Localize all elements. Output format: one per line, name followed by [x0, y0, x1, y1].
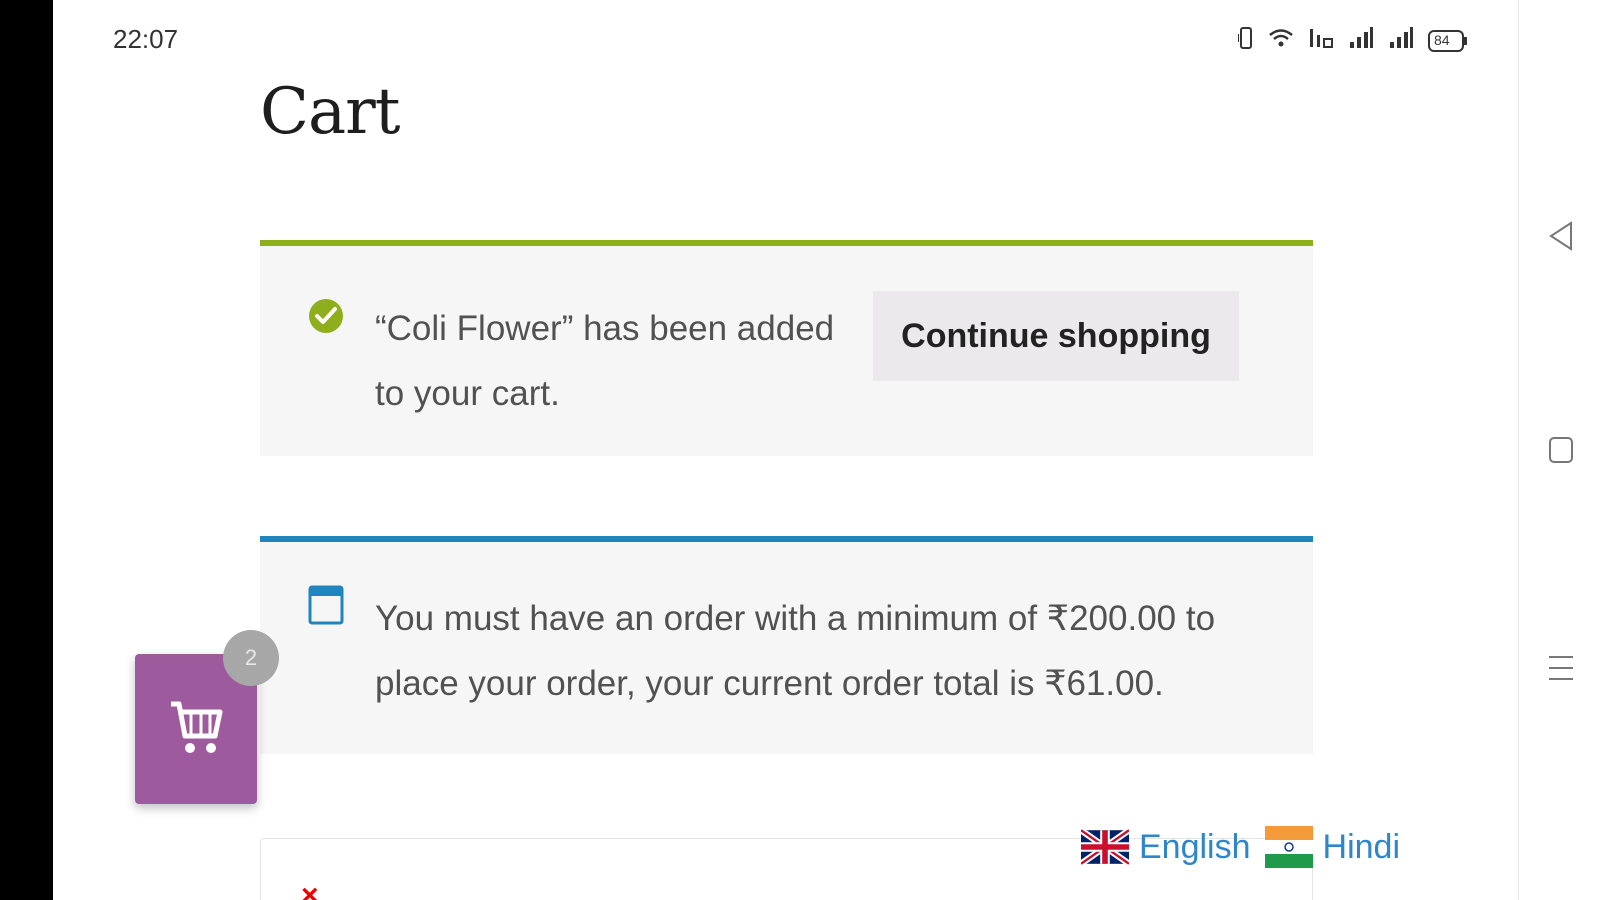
battery-level: 84 [1434, 31, 1450, 48]
remove-item-button[interactable]: × [301, 879, 319, 900]
language-hindi-label: Hindi [1322, 827, 1400, 866]
india-flag-icon [1264, 826, 1313, 868]
language-switcher: English Hindi [1079, 826, 1400, 868]
status-time: 22:07 [113, 24, 179, 54]
battery-icon: 84 [1428, 29, 1468, 53]
vibrate-icon [1237, 26, 1254, 55]
info-message: You must have an order with a minimum of… [375, 599, 1216, 703]
language-english-label: English [1139, 827, 1251, 866]
success-notice: “Coli Flower” has been added to your car… [260, 240, 1313, 456]
language-english-link[interactable]: English [1079, 826, 1251, 868]
status-icons: 84 [1237, 26, 1468, 55]
success-message: “Coli Flower” has been added to your car… [375, 309, 835, 413]
uk-flag-icon [1079, 826, 1131, 868]
wifi-icon [1268, 26, 1294, 55]
page-title: Cart [260, 75, 400, 149]
continue-shopping-button[interactable]: Continue shopping [873, 291, 1239, 381]
android-nav-bar [1518, 0, 1600, 900]
calendar-icon [308, 584, 344, 631]
volte-icon [1308, 26, 1334, 55]
signal-icon [1348, 26, 1374, 55]
cart-count-badge: 2 [223, 630, 279, 686]
back-icon[interactable] [1547, 221, 1575, 251]
signal-icon [1388, 26, 1414, 55]
home-icon[interactable] [1547, 436, 1575, 464]
info-notice: You must have an order with a minimum of… [260, 536, 1313, 754]
menu-icon[interactable] [1547, 654, 1575, 682]
browser-screen: 22:07 84 Cart “Coli Flower” has been add… [53, 0, 1518, 900]
shopping-cart-icon [169, 698, 223, 763]
device-left-bezel [0, 0, 53, 900]
check-circle-icon [308, 298, 344, 339]
language-hindi-link[interactable]: Hindi [1264, 826, 1400, 868]
